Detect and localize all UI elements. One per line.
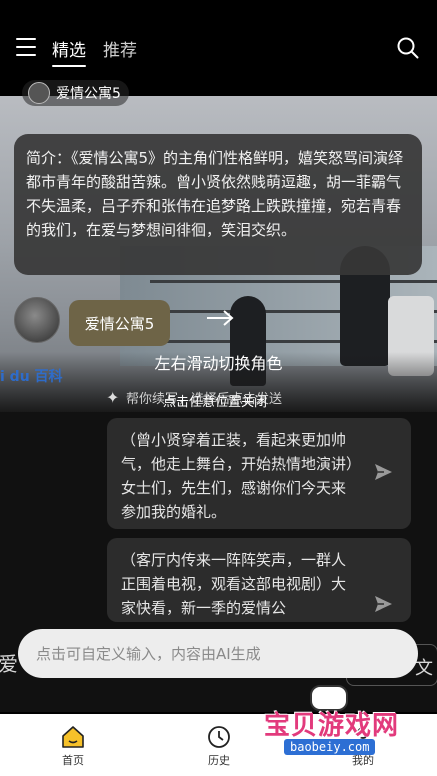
custom-input[interactable]: 点击可自定义输入，内容由AI生成 [18, 629, 418, 678]
role-button[interactable]: 爱情公寓5 [69, 300, 170, 346]
logo-brand-text: 宝贝游戏网 [264, 711, 400, 741]
close-hint: 点击任意位置关闭 [163, 395, 268, 410]
tab-featured[interactable]: 精选 [52, 36, 86, 67]
sparkle-icon: ✦ [106, 388, 120, 407]
clock-icon [208, 726, 230, 748]
suggestion-card[interactable]: （客厅内传来一阵阵笑声，一群人正围着电视，观看这部电视剧）大家快看，新一季的爱情… [107, 538, 411, 622]
nav-history[interactable]: 历史 [169, 714, 269, 776]
nav-home[interactable]: 首页 [23, 714, 123, 776]
arrow-right-icon [207, 310, 234, 326]
search-icon[interactable] [397, 37, 419, 59]
nav-history-label: 历史 [208, 754, 230, 767]
current-role-chip[interactable]: 爱情公寓5 [22, 80, 129, 106]
logo-url-text: baobeiy.com [284, 739, 376, 755]
menu-icon[interactable] [16, 38, 36, 56]
tab-recommend[interactable]: 推荐 [103, 36, 137, 61]
swipe-hint: 左右滑动切换角色 [154, 354, 283, 373]
suggestion-text: （客厅内传来一阵阵笑声，一群人正围着电视，观看这部电视剧）大家快看，新一季的爱情… [121, 551, 347, 617]
side-text-right: 文 [415, 658, 433, 679]
side-text-left: 爱 [0, 652, 18, 676]
role-avatar-small [28, 82, 50, 104]
role-avatar[interactable] [14, 297, 60, 343]
role-chip-label: 爱情公寓5 [56, 86, 121, 102]
suggestion-card[interactable]: （曾小贤穿着正装，看起来更加帅气，他走上舞台，开始热情地演讲）女士们，先生们，感… [107, 418, 411, 529]
send-icon[interactable] [373, 462, 393, 482]
send-icon[interactable] [373, 594, 393, 614]
site-watermark-logo: 宝贝游戏网 baobeiy.com [258, 685, 408, 765]
home-icon [62, 726, 84, 748]
nav-home-label: 首页 [62, 754, 84, 767]
suggestion-text: （曾小贤穿着正装，看起来更加帅气，他走上舞台，开始热情地演讲）女士们，先生们，感… [121, 431, 354, 521]
intro-bubble: 简介：《爱情公寓5》的主角们性格鲜明，嬉笑怒骂间演绎都市青年的酸甜苦辣。曾小贤依… [14, 134, 422, 275]
